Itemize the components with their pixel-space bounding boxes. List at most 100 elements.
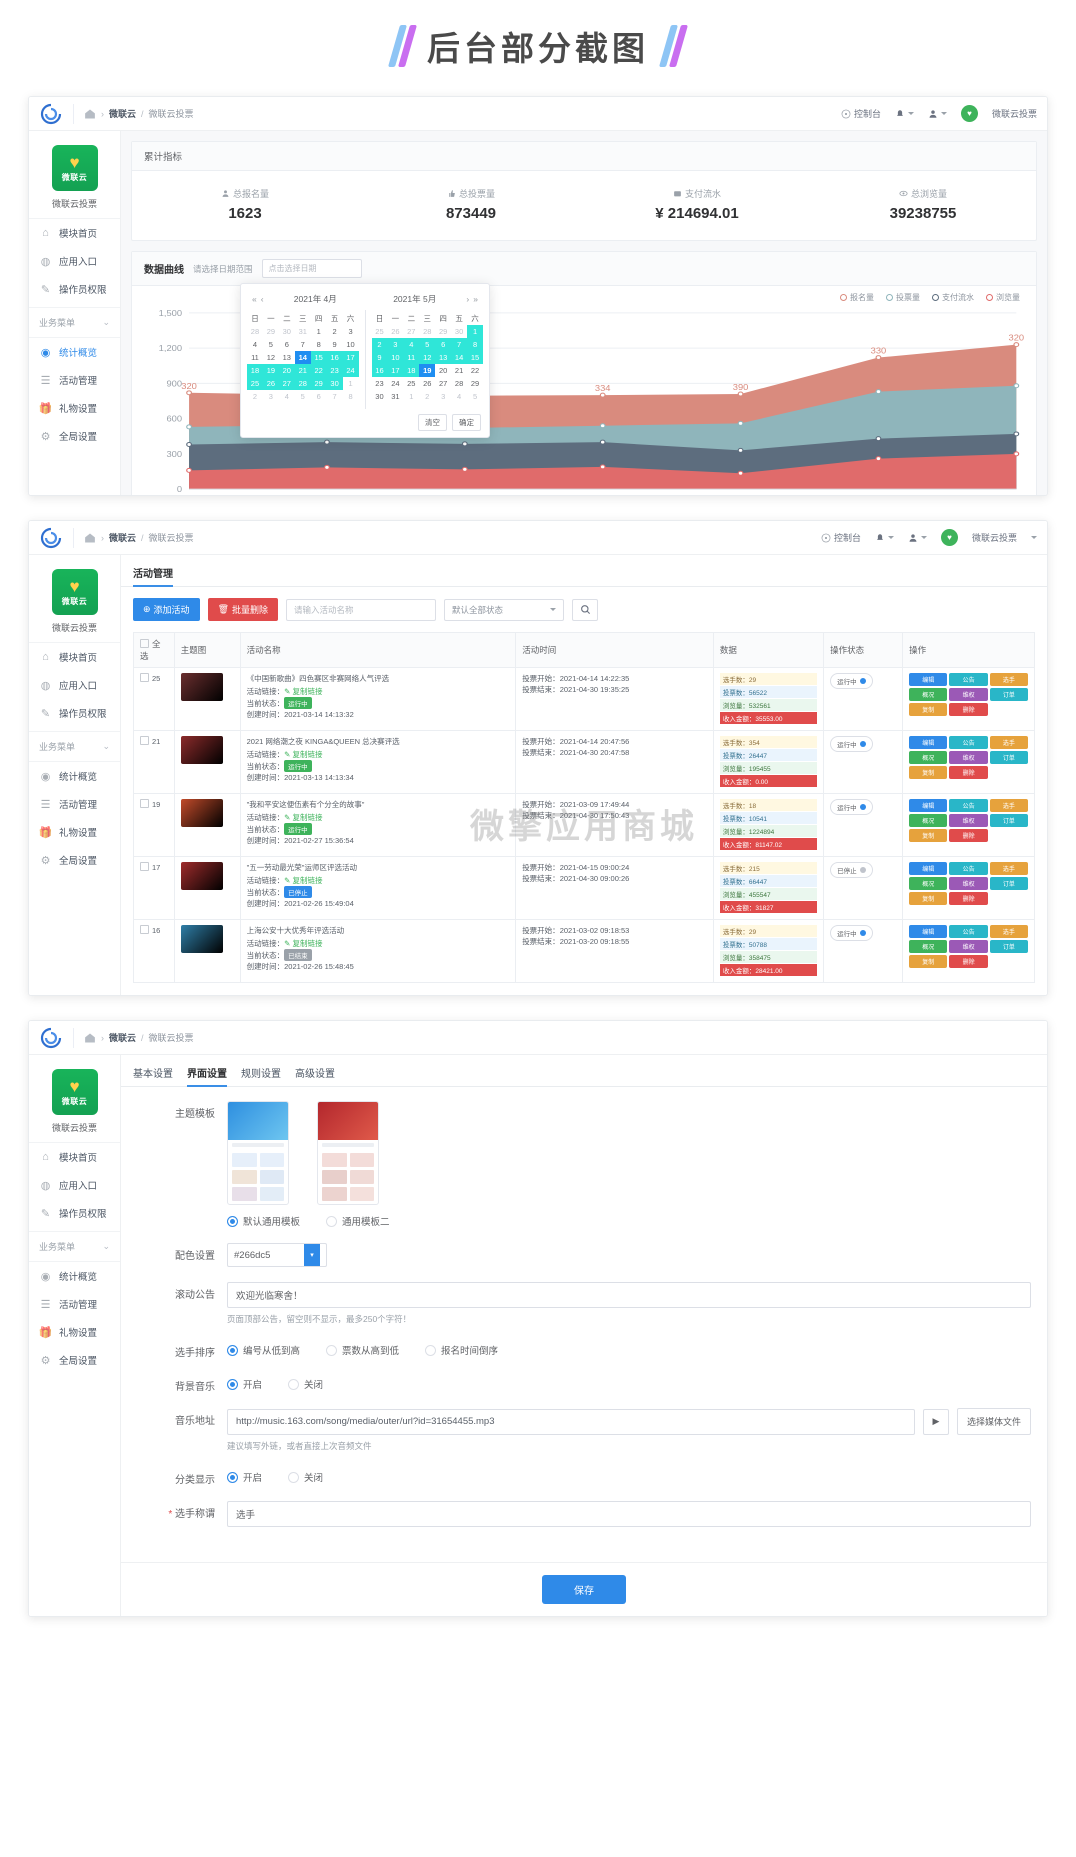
activity-thumbnail[interactable]: [180, 925, 223, 953]
data-point[interactable]: [737, 470, 744, 476]
data-point[interactable]: [875, 355, 882, 361]
day-cell[interactable]: 27: [278, 377, 295, 390]
data-point[interactable]: [875, 436, 882, 442]
sidebar-item-permissions[interactable]: ✎ 操作员权限: [29, 1199, 120, 1227]
day-cell[interactable]: 6: [279, 338, 295, 351]
app-logo-icon[interactable]: [39, 526, 63, 550]
day-cell[interactable]: 19: [419, 364, 436, 377]
sidebar-item-gifts[interactable]: 🎁 礼物设置: [29, 394, 120, 422]
day-cell[interactable]: 5: [295, 390, 311, 403]
confirm-button[interactable]: 确定: [452, 414, 481, 431]
tab-interface-settings[interactable]: 界面设置: [187, 1065, 227, 1087]
action-概况-button[interactable]: 概况: [909, 688, 948, 701]
radio-sort-votes-desc[interactable]: 票数从高到低: [326, 1343, 399, 1357]
action-概况-button[interactable]: 概况: [909, 877, 948, 890]
radio-template-default[interactable]: 默认通用模板: [227, 1214, 300, 1228]
day-cell[interactable]: 8: [311, 338, 327, 351]
day-cell[interactable]: 23: [326, 364, 343, 377]
day-cell[interactable]: 16: [371, 364, 388, 377]
day-cell[interactable]: 5: [419, 338, 436, 351]
save-button[interactable]: 保存: [542, 1575, 626, 1604]
action-删除-button[interactable]: 删除: [949, 829, 988, 842]
day-cell[interactable]: 28: [419, 325, 435, 338]
day-cell[interactable]: 6: [311, 390, 327, 403]
copy-link-button[interactable]: ✎ 复制链接: [284, 750, 322, 759]
batch-delete-button[interactable]: 🗑 批量删除: [207, 598, 279, 621]
home-icon[interactable]: [84, 1032, 96, 1044]
day-cell[interactable]: 20: [278, 364, 295, 377]
data-point[interactable]: [599, 439, 606, 445]
day-cell[interactable]: 29: [435, 325, 451, 338]
action-编辑-button[interactable]: 编辑: [909, 736, 948, 749]
action-概况-button[interactable]: 概况: [909, 751, 948, 764]
action-选手-button[interactable]: 选手: [989, 736, 1028, 749]
row-checkbox[interactable]: [140, 673, 149, 682]
row-thumbnail-cell[interactable]: [173, 793, 241, 857]
action-公告-button[interactable]: 公告: [949, 736, 988, 749]
row-state-cell[interactable]: 运行中: [823, 667, 904, 731]
data-point[interactable]: [461, 441, 468, 447]
day-grid-right[interactable]: 25 26 27 28 29 30 1 2 3 4 5 6 7 8 9 10 11 12 13 14 15 16 17 18 1…: [371, 325, 483, 403]
action-维权-button[interactable]: 维权: [949, 940, 988, 953]
action-删除-button[interactable]: 删除: [949, 766, 988, 779]
action-复制-button[interactable]: 复制: [909, 703, 948, 716]
app-logo-icon[interactable]: [39, 1026, 63, 1050]
radio-sort-signup-desc[interactable]: 报名时间倒序: [425, 1343, 498, 1357]
day-cell[interactable]: 17: [342, 351, 359, 364]
day-cell[interactable]: 5: [263, 338, 279, 351]
tab-activity-management[interactable]: 活动管理: [133, 565, 173, 587]
copy-link-button[interactable]: ✎ 复制链接: [284, 876, 322, 885]
play-icon[interactable]: ▶: [922, 1408, 949, 1435]
action-编辑-button[interactable]: 编辑: [909, 925, 948, 938]
day-cell[interactable]: 28: [247, 325, 263, 338]
sidebar-item-permissions[interactable]: ✎ 操作员权限: [29, 699, 120, 727]
sidebar-item-home[interactable]: ⌂ 模块首页: [29, 643, 120, 671]
console-link[interactable]: 控制台: [841, 107, 881, 120]
row-thumbnail-cell[interactable]: [173, 919, 241, 983]
copy-link-button[interactable]: ✎ 复制链接: [284, 813, 322, 822]
copy-link-button[interactable]: ✎ 复制链接: [284, 687, 322, 696]
music-url-input[interactable]: http://music.163.com/song/media/outer/ur…: [227, 1408, 915, 1435]
day-cell[interactable]: 30: [279, 325, 295, 338]
day-cell[interactable]: 4: [403, 338, 420, 351]
action-订单-button[interactable]: 订单: [989, 751, 1028, 764]
day-cell[interactable]: 10: [387, 351, 404, 364]
add-activity-button[interactable]: ⊕ 添加活动: [133, 598, 200, 621]
data-point[interactable]: [186, 424, 192, 430]
sidebar-item-global-settings[interactable]: ⚙ 全局设置: [29, 846, 120, 874]
legend-item-0[interactable]: 报名量: [840, 292, 874, 303]
sidebar-item-permissions[interactable]: ✎ 操作员权限: [29, 275, 120, 303]
data-point[interactable]: [875, 389, 882, 395]
date-picker-popup[interactable]: « ‹ 2021年 4月 2021年 5月 › » 日一二三四五六 28 29 30…: [240, 283, 490, 438]
day-cell[interactable]: 7: [295, 338, 311, 351]
activity-thumbnail[interactable]: [180, 673, 223, 701]
activity-thumbnail[interactable]: [180, 736, 223, 764]
data-point[interactable]: [737, 447, 744, 453]
day-cell[interactable]: 16: [326, 351, 343, 364]
sidebar-group-business[interactable]: 业务菜单 ⌄: [29, 1231, 120, 1262]
day-cell[interactable]: 9: [371, 351, 388, 364]
breadcrumb-app[interactable]: 微联云: [109, 1031, 136, 1044]
select-all-checkbox[interactable]: [140, 639, 149, 648]
data-point[interactable]: [324, 464, 330, 470]
action-公告-button[interactable]: 公告: [949, 673, 988, 686]
sidebar-item-global-settings[interactable]: ⚙ 全局设置: [29, 1346, 120, 1374]
prev-month-button[interactable]: ‹: [259, 294, 266, 304]
day-cell[interactable]: 1: [403, 390, 419, 403]
action-订单-button[interactable]: 订单: [989, 877, 1028, 890]
data-point[interactable]: [186, 442, 192, 447]
sidebar-item-home[interactable]: ⌂ 模块首页: [29, 219, 120, 247]
sidebar-group-business[interactable]: 业务菜单 ⌄: [29, 307, 120, 338]
day-cell[interactable]: 12: [263, 351, 279, 364]
radio-category-off[interactable]: 关闭: [288, 1470, 323, 1484]
day-cell[interactable]: 23: [372, 377, 388, 390]
home-icon[interactable]: [84, 532, 96, 544]
day-cell[interactable]: 19: [262, 364, 279, 377]
day-cell[interactable]: 5: [467, 390, 483, 403]
data-point[interactable]: [461, 466, 468, 472]
day-cell[interactable]: 11: [403, 351, 420, 364]
row-state-cell[interactable]: 运行中: [823, 919, 904, 983]
day-cell[interactable]: 3: [387, 338, 404, 351]
day-cell[interactable]: 25: [372, 325, 388, 338]
day-cell[interactable]: 7: [451, 338, 468, 351]
